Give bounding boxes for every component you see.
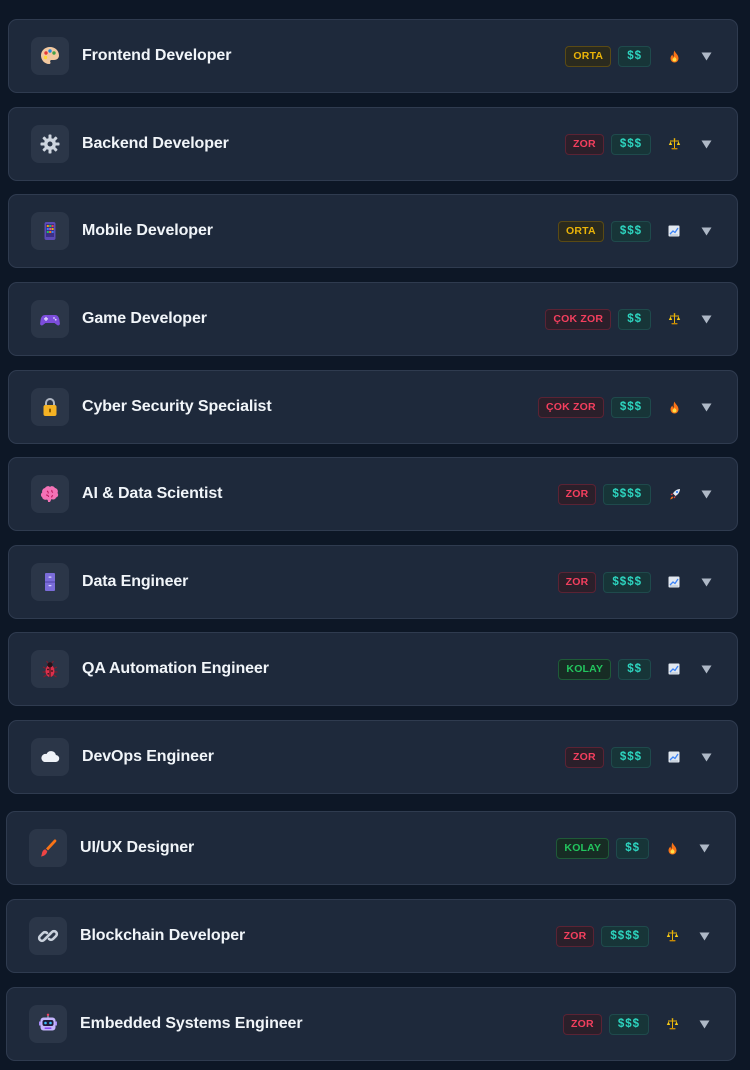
career-meta: ZOR $$$ xyxy=(565,133,712,155)
scales-icon xyxy=(664,1016,680,1032)
scales-icon xyxy=(664,928,680,944)
difficulty-badge: ZOR xyxy=(565,746,604,768)
career-card-qa-automation-engineer[interactable]: QA Automation Engineer KOLAY $$ xyxy=(8,632,738,706)
career-card-blockchain-developer[interactable]: Blockchain Developer ZOR $$$$ xyxy=(6,899,736,973)
career-card-ui-ux-designer[interactable]: UI/UX Designer KOLAY $$ xyxy=(6,811,736,885)
salary-badge: $$$$ xyxy=(603,571,651,593)
palette-icon xyxy=(31,37,69,75)
career-meta: ZOR $$$$ xyxy=(555,925,710,947)
career-title: Game Developer xyxy=(82,310,207,327)
career-title: Cyber Security Specialist xyxy=(82,398,272,415)
scales-icon xyxy=(666,136,682,152)
chevron-down-icon[interactable] xyxy=(700,489,712,499)
gear-icon xyxy=(31,125,69,163)
career-title: DevOps Engineer xyxy=(82,748,214,765)
career-card-cyber-security-specialist[interactable]: Cyber Security Specialist ÇOK ZOR $$$ xyxy=(8,370,738,444)
gamepad-icon xyxy=(31,300,69,338)
career-meta: ZOR $$$$ xyxy=(557,571,712,593)
salary-badge: $$$$ xyxy=(601,925,649,947)
chevron-down-icon[interactable] xyxy=(700,139,712,149)
salary-badge: $$$ xyxy=(610,220,651,242)
career-meta: ÇOK ZOR $$ xyxy=(545,308,712,330)
fire-icon xyxy=(664,840,680,856)
chevron-down-icon[interactable] xyxy=(700,577,712,587)
difficulty-badge: KOLAY xyxy=(558,658,612,680)
career-title: UI/UX Designer xyxy=(80,839,195,856)
difficulty-badge: ZOR xyxy=(555,925,595,947)
salary-badge: $$ xyxy=(616,837,649,859)
career-meta: ORTA $$$ xyxy=(558,220,712,242)
career-card-mobile-developer[interactable]: Mobile Developer ORTA $$$ xyxy=(8,194,738,268)
salary-badge: $$$ xyxy=(610,133,651,155)
career-card-embedded-systems-engineer[interactable]: Embedded Systems Engineer ZOR $$$ xyxy=(6,987,736,1061)
career-title: Blockchain Developer xyxy=(80,927,246,944)
scales-icon xyxy=(666,311,682,327)
career-meta: KOLAY $$ xyxy=(558,658,712,680)
salary-badge: $$ xyxy=(618,658,651,680)
chevron-down-icon[interactable] xyxy=(700,314,712,324)
career-card-game-developer[interactable]: Game Developer ÇOK ZOR $$ xyxy=(8,282,738,356)
salary-badge: $$ xyxy=(618,45,651,67)
career-title: Backend Developer xyxy=(82,135,229,152)
career-title: AI & Data Scientist xyxy=(82,485,223,502)
career-meta: ZOR $$$$ xyxy=(557,483,712,505)
salary-badge: $$$ xyxy=(610,396,651,418)
chart-up-icon xyxy=(666,223,682,239)
difficulty-badge: ZOR xyxy=(557,571,597,593)
chevron-down-icon[interactable] xyxy=(700,752,712,762)
difficulty-badge: ZOR xyxy=(565,133,604,155)
career-meta: ZOR $$$ xyxy=(563,1013,710,1035)
career-title: Frontend Developer xyxy=(82,47,232,64)
career-list: Frontend Developer ORTA $$ Backend Devel… xyxy=(0,0,750,1070)
difficulty-badge: ORTA xyxy=(565,45,612,67)
bug-icon xyxy=(31,650,69,688)
career-meta: ORTA $$ xyxy=(565,45,712,67)
brain-icon xyxy=(31,475,69,513)
chevron-down-icon[interactable] xyxy=(698,931,710,941)
fire-icon xyxy=(666,48,682,64)
chart-up-icon xyxy=(666,661,682,677)
chevron-down-icon[interactable] xyxy=(700,402,712,412)
career-card-data-engineer[interactable]: Data Engineer ZOR $$$$ xyxy=(8,545,738,619)
difficulty-badge: KOLAY xyxy=(556,837,610,859)
salary-badge: $$$ xyxy=(610,746,651,768)
difficulty-badge: ORTA xyxy=(558,220,604,242)
career-card-devops-engineer[interactable]: DevOps Engineer ZOR $$$ xyxy=(8,720,738,794)
difficulty-badge: ÇOK ZOR xyxy=(537,396,604,418)
salary-badge: $$ xyxy=(618,308,651,330)
chart-up-icon xyxy=(666,574,682,590)
robot-icon xyxy=(29,1005,67,1043)
difficulty-badge: ZOR xyxy=(557,483,597,505)
filing-cabinet-icon xyxy=(31,563,69,601)
cloud-icon xyxy=(31,738,69,776)
career-title: QA Automation Engineer xyxy=(82,660,269,677)
phone-icon xyxy=(31,212,69,250)
paintbrush-icon xyxy=(29,829,67,867)
chevron-down-icon[interactable] xyxy=(698,1019,710,1029)
difficulty-badge: ÇOK ZOR xyxy=(545,308,612,330)
career-card-frontend-developer[interactable]: Frontend Developer ORTA $$ xyxy=(8,19,738,93)
chevron-down-icon[interactable] xyxy=(700,664,712,674)
career-meta: KOLAY $$ xyxy=(556,837,710,859)
link-icon xyxy=(29,917,67,955)
fire-icon xyxy=(666,399,682,415)
career-title: Embedded Systems Engineer xyxy=(80,1015,303,1032)
lock-icon xyxy=(31,388,69,426)
career-meta: ZOR $$$ xyxy=(565,746,712,768)
difficulty-badge: ZOR xyxy=(563,1013,602,1035)
salary-badge: $$$ xyxy=(608,1013,649,1035)
career-meta: ÇOK ZOR $$$ xyxy=(537,396,712,418)
chart-up-icon xyxy=(666,749,682,765)
career-title: Data Engineer xyxy=(82,573,189,590)
career-card-backend-developer[interactable]: Backend Developer ZOR $$$ xyxy=(8,107,738,181)
chevron-down-icon[interactable] xyxy=(698,843,710,853)
career-card-ai-data-scientist[interactable]: AI & Data Scientist ZOR $$$$ xyxy=(8,457,738,531)
chevron-down-icon[interactable] xyxy=(700,51,712,61)
career-title: Mobile Developer xyxy=(82,222,213,239)
chevron-down-icon[interactable] xyxy=(700,226,712,236)
salary-badge: $$$$ xyxy=(603,483,651,505)
rocket-icon xyxy=(666,486,682,502)
